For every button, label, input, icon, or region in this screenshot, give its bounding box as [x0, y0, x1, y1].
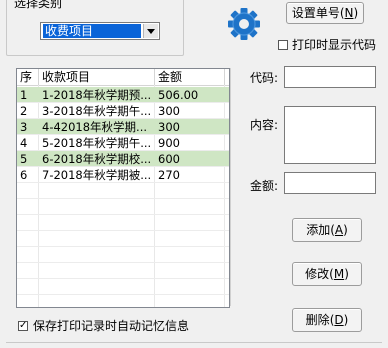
cell-item: 3-2018年秋学期午...: [42, 104, 152, 118]
set-number-hotkey: N: [344, 6, 354, 20]
code-label: 代码:: [250, 71, 279, 85]
row-gridline: [17, 214, 229, 215]
set-number-label: 设置单号: [291, 6, 340, 20]
table-row[interactable]: 1 1-2018年秋学期预... 506.00: [17, 87, 229, 103]
modify-hotkey: M: [333, 267, 345, 281]
save-record-label: 保存打印记录时自动记忆信息: [33, 319, 190, 333]
row-gridline: [17, 118, 229, 119]
show-code-checkbox[interactable]: [278, 40, 288, 50]
add-label: 添加: [306, 223, 331, 237]
header-amount[interactable]: 金额: [155, 69, 225, 85]
save-record-checkbox[interactable]: ✓: [18, 321, 28, 331]
content-label: 内容:: [250, 118, 279, 132]
content-textarea[interactable]: [284, 106, 376, 164]
cell-amount: 506.00: [158, 88, 199, 102]
cell-no: 3: [20, 120, 28, 134]
cell-no: 5: [20, 152, 28, 166]
row-gridline: [17, 294, 229, 295]
table-row[interactable]: 5 6-2018年秋学期校... 600: [17, 151, 229, 167]
cell-amount: 900: [158, 136, 180, 150]
code-input[interactable]: [284, 66, 376, 88]
table-row[interactable]: 6 7-2018年秋学期被... 270: [17, 167, 229, 183]
row-gridline: [17, 262, 229, 263]
amount-label: 金额:: [250, 179, 279, 193]
list-header: 序 收款项目 金额: [17, 69, 229, 86]
fee-items-list[interactable]: 序 收款项目 金额 1 1-2018年秋学期预... 506.00 2 3-2018年秋…: [16, 68, 230, 308]
row-gridline: [17, 102, 229, 103]
row-gridline: [17, 246, 229, 247]
table-row[interactable]: 2 3-2018年秋学期午... 300: [17, 103, 229, 119]
row-gridline: [17, 278, 229, 279]
row-gridline: [17, 134, 229, 135]
cell-amount: 300: [158, 120, 180, 134]
cell-item: 7-2018年秋学期被...: [42, 168, 152, 182]
category-combobox[interactable]: 收费项目: [40, 22, 160, 40]
cell-amount: 600: [158, 152, 180, 166]
cell-no: 2: [20, 104, 28, 118]
bottom-divider: [6, 342, 382, 343]
header-item[interactable]: 收款项目: [39, 69, 155, 85]
delete-label: 删除: [305, 313, 330, 327]
row-gridline: [17, 230, 229, 231]
row-gridline: [17, 150, 229, 151]
table-row[interactable]: 3 4-42018年秋学期... 300: [17, 119, 229, 135]
category-selected-value: 收费项目: [43, 24, 141, 38]
set-number-button[interactable]: 设置单号(N): [286, 2, 364, 24]
modify-button[interactable]: 修改(M): [292, 262, 362, 286]
cell-no: 1: [20, 88, 28, 102]
modify-label: 修改: [305, 267, 330, 281]
cell-no: 4: [20, 136, 28, 150]
category-legend: 选择类别: [12, 0, 65, 10]
delete-hotkey: D: [334, 313, 344, 327]
header-no[interactable]: 序: [17, 69, 39, 85]
cell-item: 5-2018年秋学期午...: [42, 136, 152, 150]
amount-input[interactable]: [284, 172, 376, 194]
row-gridline: [17, 198, 229, 199]
show-code-label: 打印时显示代码: [292, 38, 377, 52]
add-button[interactable]: 添加(A): [292, 218, 362, 242]
table-row[interactable]: 4 5-2018年秋学期午... 900: [17, 135, 229, 151]
cell-item: 4-42018年秋学期...: [42, 120, 148, 134]
vertical-separator: [230, 68, 231, 306]
chevron-down-icon[interactable]: [143, 24, 158, 38]
delete-button[interactable]: 删除(D): [292, 308, 362, 332]
cell-item: 6-2018年秋学期校...: [42, 152, 152, 166]
row-gridline: [17, 166, 229, 167]
add-hotkey: A: [334, 223, 344, 237]
cell-amount: 270: [158, 168, 180, 182]
row-gridline: [17, 182, 229, 183]
cell-item: 1-2018年秋学期预...: [42, 88, 152, 102]
cell-no: 6: [20, 168, 28, 182]
cell-amount: 300: [158, 104, 180, 118]
gear-icon: [228, 8, 260, 40]
